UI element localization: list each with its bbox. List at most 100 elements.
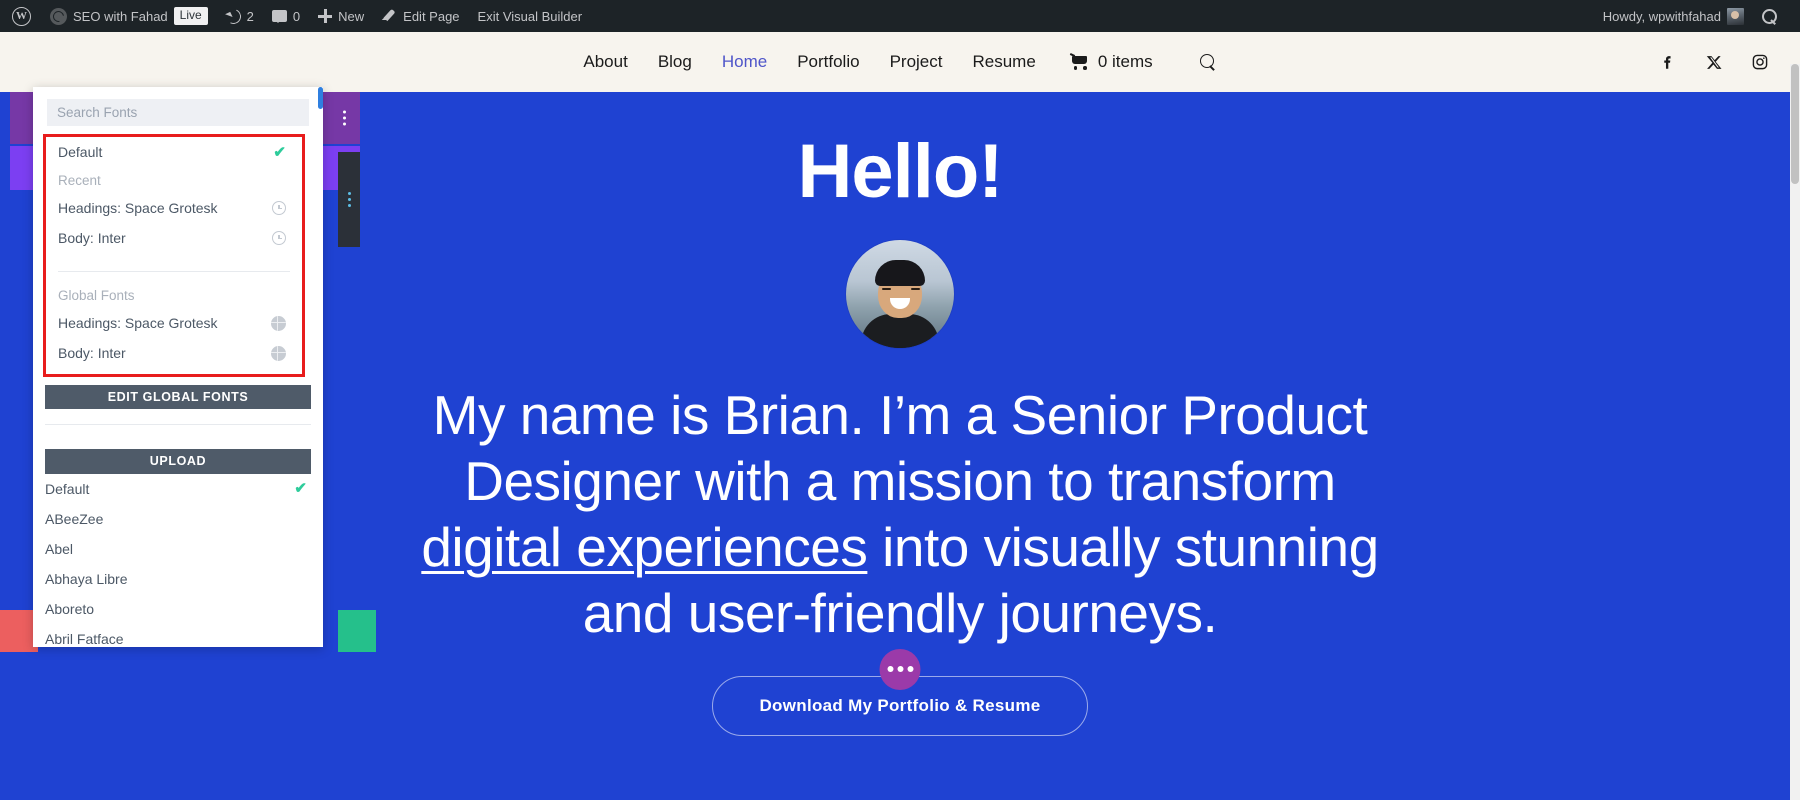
avatar-body — [861, 313, 939, 348]
scrollbar-thumb[interactable] — [318, 87, 323, 109]
new-label: New — [338, 8, 365, 24]
edit-global-fonts-button[interactable]: EDIT GLOBAL FONTS — [45, 385, 311, 410]
avatar-eye-left — [882, 287, 891, 291]
builder-module-bar[interactable] — [338, 152, 360, 247]
comment-bubble-icon — [271, 10, 287, 23]
nav-item-project[interactable]: Project — [890, 52, 943, 72]
nav-item-blog[interactable]: Blog — [658, 52, 692, 72]
font-row-label: Headings: Space Grotesk — [58, 200, 218, 216]
avatar — [1727, 7, 1744, 25]
exit-visual-builder-button[interactable]: Exit Visual Builder — [469, 0, 592, 32]
edit-page-button[interactable]: Edit Page — [373, 0, 468, 32]
updates-button[interactable]: 2 — [217, 0, 263, 32]
font-list-item-abhaya-libre[interactable]: Abhaya Libre — [33, 564, 323, 594]
check-icon: ✔ — [294, 480, 307, 498]
clock-icon — [272, 201, 286, 215]
site-icon — [50, 7, 67, 25]
hero-headline: My name is Brian. I’m a Senior Product D… — [400, 382, 1400, 646]
globe-icon — [271, 315, 286, 331]
font-list-item-abeezee[interactable]: ABeeZee — [33, 504, 323, 534]
shopping-cart-icon — [1070, 54, 1089, 70]
upload-font-button[interactable]: UPLOAD — [45, 449, 311, 474]
search-icon — [1762, 8, 1777, 24]
section-settings-dots-icon[interactable] — [343, 110, 346, 126]
font-list-item-label: ABeeZee — [45, 510, 104, 527]
site-name-label: SEO with Fahad — [73, 8, 168, 24]
new-content-button[interactable]: New — [309, 0, 373, 32]
exit-visual-builder-label: Exit Visual Builder — [477, 8, 583, 24]
nav-item-home[interactable]: Home — [722, 52, 767, 72]
admin-bar-search-button[interactable] — [1753, 0, 1786, 32]
global-fonts-group-label: Global Fonts — [58, 287, 135, 303]
global-font-headings[interactable]: Headings: Space Grotesk — [46, 308, 302, 338]
recent-group-label: Recent — [58, 172, 101, 188]
comments-count: 0 — [292, 8, 301, 24]
font-row-label: Default — [58, 144, 103, 160]
cart-count-label: 0 items — [1097, 52, 1153, 71]
font-list-item-label: Aboreto — [45, 600, 95, 617]
search-icon[interactable] — [1199, 53, 1217, 71]
font-panel-scrollbar[interactable] — [318, 87, 323, 647]
update-icon — [223, 6, 243, 26]
scrollbar-thumb[interactable] — [1791, 64, 1799, 184]
admin-bar-right-group: Howdy, wpwithfahad — [1594, 0, 1800, 32]
font-row-default-top[interactable]: Default ✔ — [46, 137, 302, 167]
font-row-label: Body: Inter — [58, 230, 126, 246]
check-icon: ✔ — [273, 143, 286, 161]
howdy-label: Howdy, wpwithfahad — [1602, 8, 1721, 24]
profile-photo — [846, 239, 954, 348]
site-viewport: About Blog Home Portfolio Project Resume… — [0, 32, 1800, 800]
cart-link[interactable]: 0 items — [1070, 52, 1153, 72]
font-list-item-label: Abel — [45, 540, 74, 557]
recent-font-body[interactable]: Body: Inter — [46, 223, 302, 253]
hero-cta-wrapper: Download My Portfolio & Resume — [712, 648, 1088, 736]
globe-icon — [271, 345, 286, 361]
nav-item-portfolio[interactable]: Portfolio — [797, 52, 859, 72]
page-scrollbar[interactable] — [1790, 64, 1800, 800]
font-list-item-aboreto[interactable]: Aboreto — [33, 594, 323, 624]
global-font-body[interactable]: Body: Inter — [46, 338, 302, 368]
nav-item-resume[interactable]: Resume — [973, 52, 1036, 72]
font-list: Default ✔ ABeeZee Abel Abhaya Libre Abor… — [33, 474, 323, 647]
clock-icon — [272, 231, 286, 245]
site-name-menu[interactable]: SEO with Fahad Live — [41, 0, 217, 32]
panel-divider — [45, 424, 311, 425]
instagram-icon[interactable] — [1750, 52, 1770, 72]
live-badge: Live — [173, 7, 208, 25]
font-list-item-label: Abhaya Libre — [45, 570, 128, 587]
edit-page-label: Edit Page — [403, 8, 460, 24]
comments-button[interactable]: 0 — [263, 0, 309, 32]
wp-admin-bar: W SEO with Fahad Live 2 0 New Edit Page … — [0, 0, 1800, 32]
x-twitter-icon[interactable] — [1704, 52, 1724, 72]
recent-font-headings[interactable]: Headings: Space Grotesk — [46, 193, 302, 223]
font-row-label: Headings: Space Grotesk — [58, 315, 218, 331]
social-icon-group — [1658, 32, 1770, 92]
font-list-item-default[interactable]: Default ✔ — [33, 474, 323, 504]
updates-count: 2 — [246, 8, 254, 24]
font-list-item-label: Abril Fatface — [45, 630, 124, 647]
site-header: About Blog Home Portfolio Project Resume… — [0, 32, 1800, 92]
font-search-wrapper — [33, 87, 323, 134]
nav-item-about[interactable]: About — [583, 52, 627, 72]
hero-greeting: Hello! — [797, 129, 1003, 214]
admin-bar-left-group: W SEO with Fahad Live 2 0 New Edit Page … — [0, 0, 591, 32]
search-input[interactable] — [47, 99, 309, 126]
module-settings-dots-icon[interactable] — [347, 192, 351, 207]
my-account-menu[interactable]: Howdy, wpwithfahad — [1594, 0, 1753, 32]
wordpress-logo-button[interactable]: W — [0, 0, 41, 32]
font-picker-panel: Default ✔ Recent Headings: Space Grotesk… — [33, 87, 323, 647]
facebook-icon[interactable] — [1658, 52, 1678, 72]
wordpress-logo-icon: W — [12, 6, 31, 26]
font-list-item-abril-fatface[interactable]: Abril Fatface — [33, 624, 323, 647]
hero-headline-part1: My name is Brian. I’m a Senior Product D… — [432, 383, 1368, 512]
font-list-item-label: Default — [45, 480, 90, 497]
avatar-hair — [875, 259, 925, 286]
font-list-item-abel[interactable]: Abel — [33, 534, 323, 564]
avatar-eye-right — [911, 287, 920, 291]
module-settings-dots-icon[interactable] — [879, 648, 921, 690]
font-row-label: Body: Inter — [58, 345, 126, 361]
primary-navigation: About Blog Home Portfolio Project Resume… — [0, 32, 1800, 92]
